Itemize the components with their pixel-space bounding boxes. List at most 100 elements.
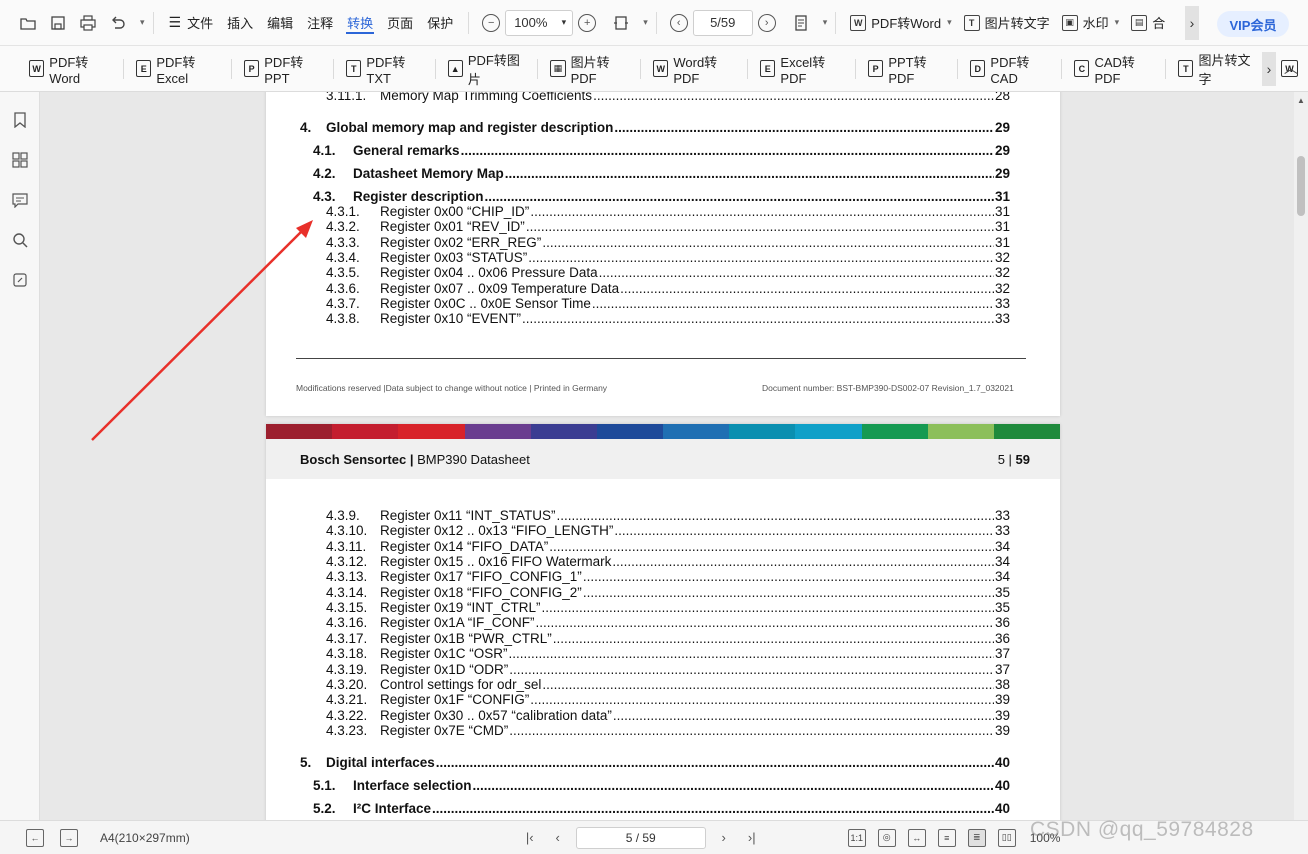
toc-entry[interactable]: 4.3.3. Register 0x02 “ERR_REG” 31 — [326, 235, 1010, 250]
convert-button[interactable]: T 图片转文字 — [1173, 53, 1261, 87]
toc-entry[interactable]: 4. Global memory map and register descrip… — [300, 120, 1010, 135]
toc-entry[interactable]: 4.3.15. Register 0x19 “INT_CTRL” 35 — [326, 600, 1010, 615]
continuous-page-icon[interactable]: ≣ — [967, 828, 986, 847]
toc-entry[interactable]: 4.3.19. Register 0x1D “ODR” 37 — [326, 662, 1010, 677]
status-page-input[interactable]: 5 / 59 — [575, 826, 706, 849]
two-page-icon[interactable]: ▯▯ — [997, 828, 1016, 847]
single-page-icon[interactable]: ≡ — [937, 828, 956, 847]
search-icon[interactable] — [0, 220, 40, 260]
menu-convert[interactable]: 转换 — [340, 0, 380, 46]
vip-button[interactable]: VIP会员 — [1217, 11, 1289, 37]
merge-button[interactable]: ▤ 合 — [1125, 8, 1171, 38]
convert-button[interactable]: P PDF转PPT — [239, 55, 326, 86]
toc-entry[interactable]: 4.3.8. Register 0x10 “EVENT” 33 — [326, 311, 1010, 326]
toc-entry-title: Register 0x0C .. 0x0E Sensor Time — [380, 295, 591, 311]
next-page-icon[interactable]: › — [757, 13, 776, 32]
menu-annotate[interactable]: 注释 — [300, 0, 340, 46]
first-page-icon[interactable]: |‹ — [520, 828, 540, 848]
scroll-up-icon[interactable]: ▲ — [1297, 96, 1305, 105]
page-number-input[interactable]: 5/59 — [692, 9, 753, 36]
page-view-icon[interactable] — [787, 9, 815, 37]
zoom-select[interactable]: 100% ▾ — [505, 9, 574, 36]
toc-entry[interactable]: 4.3.4. Register 0x03 “STATUS” 32 — [326, 250, 1010, 265]
toc-entry[interactable]: 3.11.1. Memory Map Trimming Coefficients 2… — [326, 92, 1010, 103]
collapse-toolbar-icon[interactable]: ︿ — [1284, 58, 1298, 78]
toc-entry[interactable]: 4.3.12. Register 0x15 .. 0x16 FIFO Waterm… — [326, 554, 1010, 569]
toc-entry[interactable]: 4.3.22. Register 0x30 .. 0x57 “calibratio… — [326, 708, 1010, 723]
toc-entry[interactable]: 4.3.20. Control settings for odr_sel 38 — [326, 677, 1010, 692]
fit-dropdown-icon[interactable]: ▾ — [643, 17, 648, 28]
menu-insert[interactable]: 插入 — [220, 0, 260, 46]
convert-button[interactable]: C CAD转PDF — [1069, 55, 1158, 86]
document-viewport[interactable]: 3.11.1. Memory Map Trimming Coefficients 2… — [40, 92, 1294, 820]
comments-icon[interactable] — [0, 180, 40, 220]
image-to-text-button[interactable]: T 图片转文字 — [958, 8, 1056, 38]
toc-entry[interactable]: 5. Digital interfaces 40 — [300, 755, 1010, 770]
toc-entry[interactable]: 4.3.6. Register 0x07 .. 0x09 Temperature … — [326, 281, 1010, 296]
vertical-scrollbar[interactable]: ▲ — [1294, 92, 1308, 820]
undo-icon[interactable] — [104, 9, 132, 37]
toc-entry[interactable]: 4.3.23. Register 0x7E “CMD” 39 — [326, 723, 1010, 738]
toc-entry[interactable]: 4.3.1. Register 0x00 “CHIP_ID” 31 — [326, 204, 1010, 219]
convert-button[interactable]: W Word转PDF — [648, 55, 740, 86]
zoom-in-icon[interactable]: + — [578, 13, 597, 32]
fit-page-icon[interactable]: ◎ — [877, 828, 896, 847]
toc-entry-number: 4.3.2. — [326, 219, 360, 235]
convert-button[interactable]: ▲ PDF转图片 — [443, 53, 531, 87]
collapse-sidebar-icon[interactable]: ← — [26, 828, 44, 847]
toc-entry[interactable]: 4.2. Datasheet Memory Map 29 — [313, 166, 1010, 181]
convert-scroll-right-icon[interactable]: › — [1262, 52, 1276, 86]
prev-page-icon[interactable]: ‹ — [548, 828, 568, 848]
menu-edit[interactable]: 编辑 — [260, 0, 300, 46]
toc-entry[interactable]: 5.1. Interface selection 40 — [313, 778, 1010, 793]
scrollbar-thumb[interactable] — [1297, 156, 1305, 216]
toc-entry[interactable]: 5.2. I²C Interface 40 — [313, 801, 1010, 816]
menu-protect[interactable]: 保护 — [420, 0, 460, 46]
toc-entry[interactable]: 4.3.13. Register 0x17 “FIFO_CONFIG_1” 34 — [326, 569, 1010, 584]
toc-entry[interactable]: 4.3.2. Register 0x01 “REV_ID” 31 — [326, 219, 1010, 234]
view-dropdown-icon[interactable]: ▾ — [823, 17, 828, 28]
convert-button[interactable]: D PDF转CAD — [965, 55, 1054, 86]
toc-leader-dots — [528, 250, 994, 265]
undo-dropdown-icon[interactable]: ▾ — [140, 17, 145, 28]
save-icon[interactable] — [44, 9, 72, 37]
open-folder-icon[interactable] — [14, 9, 42, 37]
convert-button[interactable]: E PDF转Excel — [131, 55, 224, 86]
toc-entry[interactable]: 4.3.9. Register 0x11 “INT_STATUS” 33 — [326, 508, 1010, 523]
convert-button[interactable]: ▦ 图片转PDF — [545, 55, 633, 86]
toc-entry[interactable]: 4.3.11. Register 0x14 “FIFO_DATA” 34 — [326, 539, 1010, 554]
toc-entry[interactable]: 4.3.18. Register 0x1C “OSR” 37 — [326, 646, 1010, 661]
actual-size-icon[interactable]: 1:1 — [847, 828, 866, 847]
convert-button[interactable]: P PPT转PDF — [863, 55, 950, 86]
next-page-icon[interactable]: › — [714, 828, 734, 848]
toc-entry[interactable]: 4.1. General remarks 29 — [313, 143, 1010, 158]
bookmark-icon[interactable] — [0, 100, 40, 140]
brand-band-segment — [530, 424, 597, 439]
last-page-icon[interactable]: ›| — [742, 828, 762, 848]
convert-button[interactable]: T PDF转TXT — [341, 55, 428, 86]
convert-button[interactable]: E Excel转PDF — [755, 55, 848, 86]
fit-width-icon[interactable]: ↔ — [907, 828, 926, 847]
toolbar-scroll-right-icon[interactable]: › — [1185, 6, 1199, 40]
toc-entry[interactable]: 4.3. Register description 31 — [313, 189, 1010, 204]
prev-page-icon[interactable]: ‹ — [669, 13, 688, 32]
menu-file[interactable]: ☰ 文件 — [162, 0, 221, 46]
fit-page-icon[interactable] — [607, 9, 635, 37]
toc-entry[interactable]: 4.3.21. Register 0x1F “CONFIG” 39 — [326, 692, 1010, 707]
toc-entry[interactable]: 4.3.16. Register 0x1A “IF_CONF” 36 — [326, 615, 1010, 630]
watermark-button[interactable]: ▣ 水印 ▾ — [1056, 8, 1126, 38]
convert-button[interactable]: W PDF转Word — [24, 55, 116, 86]
menu-page[interactable]: 页面 — [380, 0, 420, 46]
toc-entry-page: 38 — [994, 676, 1010, 692]
zoom-out-icon[interactable]: − — [482, 13, 501, 32]
toc-entry[interactable]: 4.3.14. Register 0x18 “FIFO_CONFIG_2” 35 — [326, 585, 1010, 600]
thumbnails-icon[interactable] — [0, 140, 40, 180]
expand-sidebar-icon[interactable]: → — [60, 828, 78, 847]
toc-entry[interactable]: 4.3.10. Register 0x12 .. 0x13 “FIFO_LENGT… — [326, 523, 1010, 538]
attachment-icon[interactable] — [0, 260, 40, 300]
print-icon[interactable] — [74, 9, 102, 37]
pdf-to-word-button[interactable]: W PDF转Word ▾ — [844, 8, 957, 38]
toc-entry[interactable]: 4.3.17. Register 0x1B “PWR_CTRL” 36 — [326, 631, 1010, 646]
toc-entry[interactable]: 4.3.5. Register 0x04 .. 0x06 Pressure Dat… — [326, 265, 1010, 280]
toc-entry[interactable]: 4.3.7. Register 0x0C .. 0x0E Sensor Time 3… — [326, 296, 1010, 311]
